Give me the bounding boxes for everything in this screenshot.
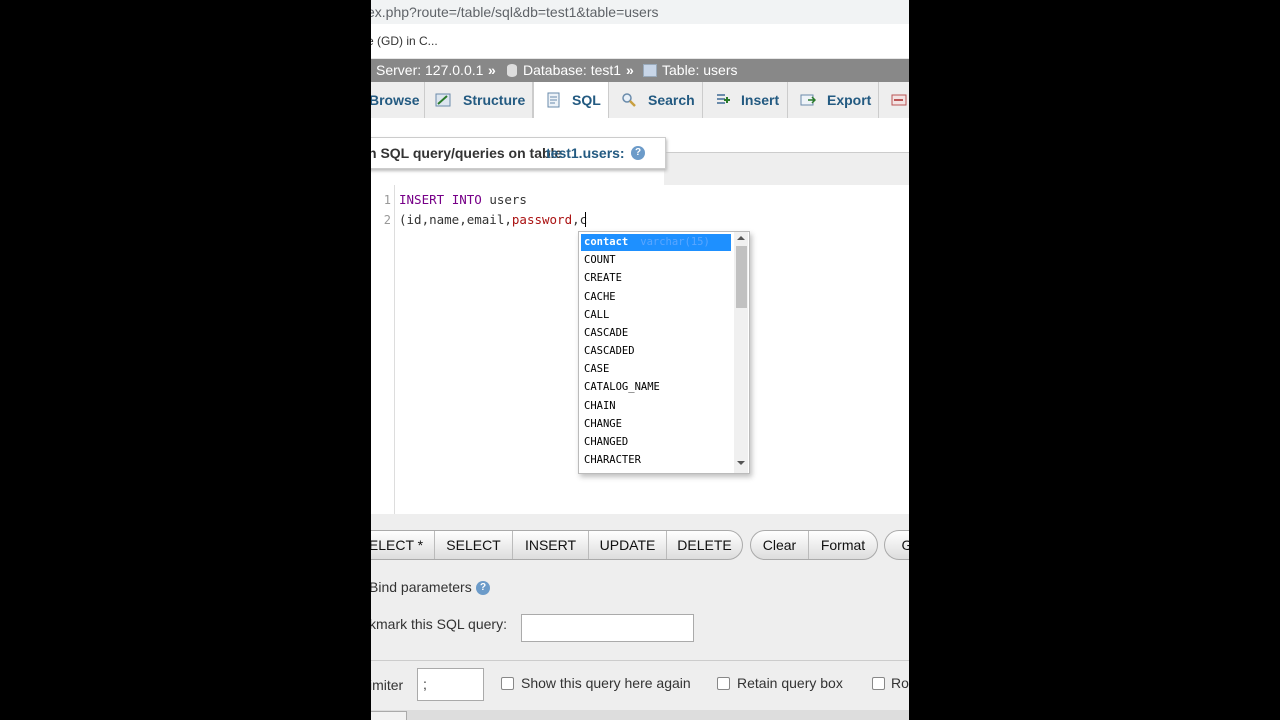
table-link[interactable]: test1.users:: [546, 138, 625, 168]
tab-browse[interactable]: Browse: [371, 82, 425, 118]
breadcrumb-table[interactable]: Table: users: [662, 59, 737, 82]
insert-button[interactable]: INSERT: [513, 531, 589, 559]
tab-structure[interactable]: Structure: [425, 82, 533, 118]
query-controls: ELECT * SELECT INSERT UPDATE DELETE Clea…: [371, 514, 909, 660]
code-line-2: (id,name,email,password,c: [399, 212, 587, 227]
text-cursor: [585, 212, 586, 227]
sql-icon: [547, 92, 560, 108]
delimiter-input[interactable]: ;: [417, 668, 484, 701]
tab-bar: Browse Structure SQL Search Insert Expor…: [371, 82, 909, 119]
show-query-checkbox[interactable]: [501, 677, 514, 690]
tab-export[interactable]: Export: [788, 82, 879, 118]
query-heading-text: n SQL query/queries on table: [371, 145, 563, 161]
code-keyword: password: [511, 212, 573, 227]
table-icon: [643, 64, 657, 77]
autocomplete-item[interactable]: COUNT: [581, 252, 731, 269]
search-icon: [622, 93, 636, 107]
line-number: 1: [383, 193, 391, 207]
bookmark-name-input[interactable]: [521, 614, 694, 642]
bookmark-label: kmark this SQL query:: [371, 616, 507, 632]
query-options: imiter ; Show this query here again Reta…: [371, 660, 909, 711]
button-label: G: [901, 537, 909, 553]
autocomplete-item[interactable]: CASCADE: [581, 325, 731, 342]
breadcrumb-database[interactable]: Database: test1: [523, 59, 621, 82]
autocomplete-item[interactable]: CHANGE: [581, 416, 731, 433]
tab-label: Browse: [371, 92, 420, 108]
code-text: (id,name,email,: [399, 212, 512, 227]
autocomplete-item[interactable]: CHAIN: [581, 398, 731, 415]
address-bar[interactable]: ex.php?route=/table/sql&db=test1&table=u…: [371, 0, 909, 24]
breadcrumb-server[interactable]: Server: 127.0.0.1: [376, 59, 483, 82]
bottom-strip: [371, 710, 909, 720]
autocomplete-label: contact: [584, 236, 629, 248]
autocomplete-item[interactable]: CASE: [581, 361, 731, 378]
autocomplete-item[interactable]: CREATE: [581, 270, 731, 287]
code-text: users: [481, 192, 527, 207]
scroll-down-icon[interactable]: [737, 461, 745, 465]
bookmark-label-row: kmark this SQL query:: [371, 616, 507, 632]
retain-query-label: Retain query box: [737, 675, 843, 691]
autocomplete-list: contact varchar(15) COUNT CREATE CACHE CA…: [578, 231, 750, 474]
help-icon[interactable]: ?: [631, 146, 645, 160]
line-number-gutter: 1 2: [371, 185, 395, 514]
url-text: ex.php?route=/table/sql&db=test1&table=u…: [371, 4, 659, 20]
keyword: INTO: [451, 192, 482, 207]
keyword: INSERT: [399, 192, 445, 207]
tab-label: SQL: [572, 92, 601, 108]
select-button[interactable]: SELECT: [435, 531, 513, 559]
scrollbar-thumb[interactable]: [736, 246, 747, 308]
breadcrumb: Server: 127.0.0.1 » Database: test1 » Ta…: [371, 59, 909, 82]
scroll-up-icon[interactable]: [737, 236, 745, 240]
select-all-button[interactable]: ELECT *: [371, 531, 435, 559]
show-query-label: Show this query here again: [521, 675, 691, 691]
breadcrumb-separator: »: [488, 62, 496, 78]
autocomplete-item[interactable]: CACHE: [581, 289, 731, 306]
export-icon: [800, 94, 816, 106]
tab-sql[interactable]: SQL: [533, 82, 609, 119]
query-header-strip: [664, 152, 909, 185]
get-auto-saved-button[interactable]: G: [884, 530, 909, 560]
line-number: 2: [383, 213, 391, 227]
bind-parameters-row[interactable]: Bind parameters: [371, 579, 472, 595]
rollback-checkbox[interactable]: [872, 677, 885, 690]
tab-more[interactable]: [879, 82, 909, 118]
autocomplete-item[interactable]: CALL: [581, 307, 731, 324]
format-button[interactable]: Format: [809, 531, 877, 559]
autocomplete-item[interactable]: CHARACTER: [581, 452, 731, 469]
clear-button[interactable]: Clear: [751, 531, 809, 559]
help-icon[interactable]: ?: [476, 581, 490, 595]
bind-parameters-label: Bind parameters: [371, 579, 472, 595]
autocomplete-scrollbar[interactable]: [734, 232, 748, 473]
tab-search[interactable]: Search: [609, 82, 703, 118]
bookmark-item[interactable]: e (GD) in C...: [371, 24, 438, 58]
retain-query-box-checkbox[interactable]: [717, 677, 730, 690]
tab-label: Structure: [463, 92, 526, 108]
bookmarks-bar: e (GD) in C...: [371, 24, 909, 59]
delete-button[interactable]: DELETE: [667, 531, 742, 559]
autocomplete-item[interactable]: CASCADED: [581, 343, 731, 360]
structure-icon: [435, 93, 451, 107]
tab-insert[interactable]: Insert: [703, 82, 788, 118]
tab-label: Search: [648, 92, 695, 108]
rollback-label: Ro: [891, 675, 909, 691]
import-icon: [891, 94, 907, 106]
insert-icon: [717, 94, 730, 104]
autocomplete-item[interactable]: CATALOG_NAME: [581, 379, 731, 396]
query-template-buttons: ELECT * SELECT INSERT UPDATE DELETE: [371, 530, 743, 560]
query-heading: n SQL query/queries on table test1.users…: [371, 137, 666, 169]
browser-viewport: ex.php?route=/table/sql&db=test1&table=u…: [371, 0, 909, 720]
tab-label: Export: [827, 92, 872, 108]
breadcrumb-separator: »: [626, 62, 634, 78]
autocomplete-item[interactable]: CHANGED: [581, 434, 731, 451]
tab-label: Insert: [741, 92, 780, 108]
delimiter-label: imiter: [371, 677, 404, 693]
database-icon: [507, 64, 517, 77]
autocomplete-hint: varchar(15): [640, 236, 710, 248]
code-line-1: INSERT INTO users: [399, 192, 527, 207]
update-button[interactable]: UPDATE: [589, 531, 667, 559]
go-button[interactable]: [371, 711, 407, 720]
autocomplete-item-selected[interactable]: contact varchar(15): [581, 234, 731, 251]
edit-buttons: Clear Format: [750, 530, 878, 560]
